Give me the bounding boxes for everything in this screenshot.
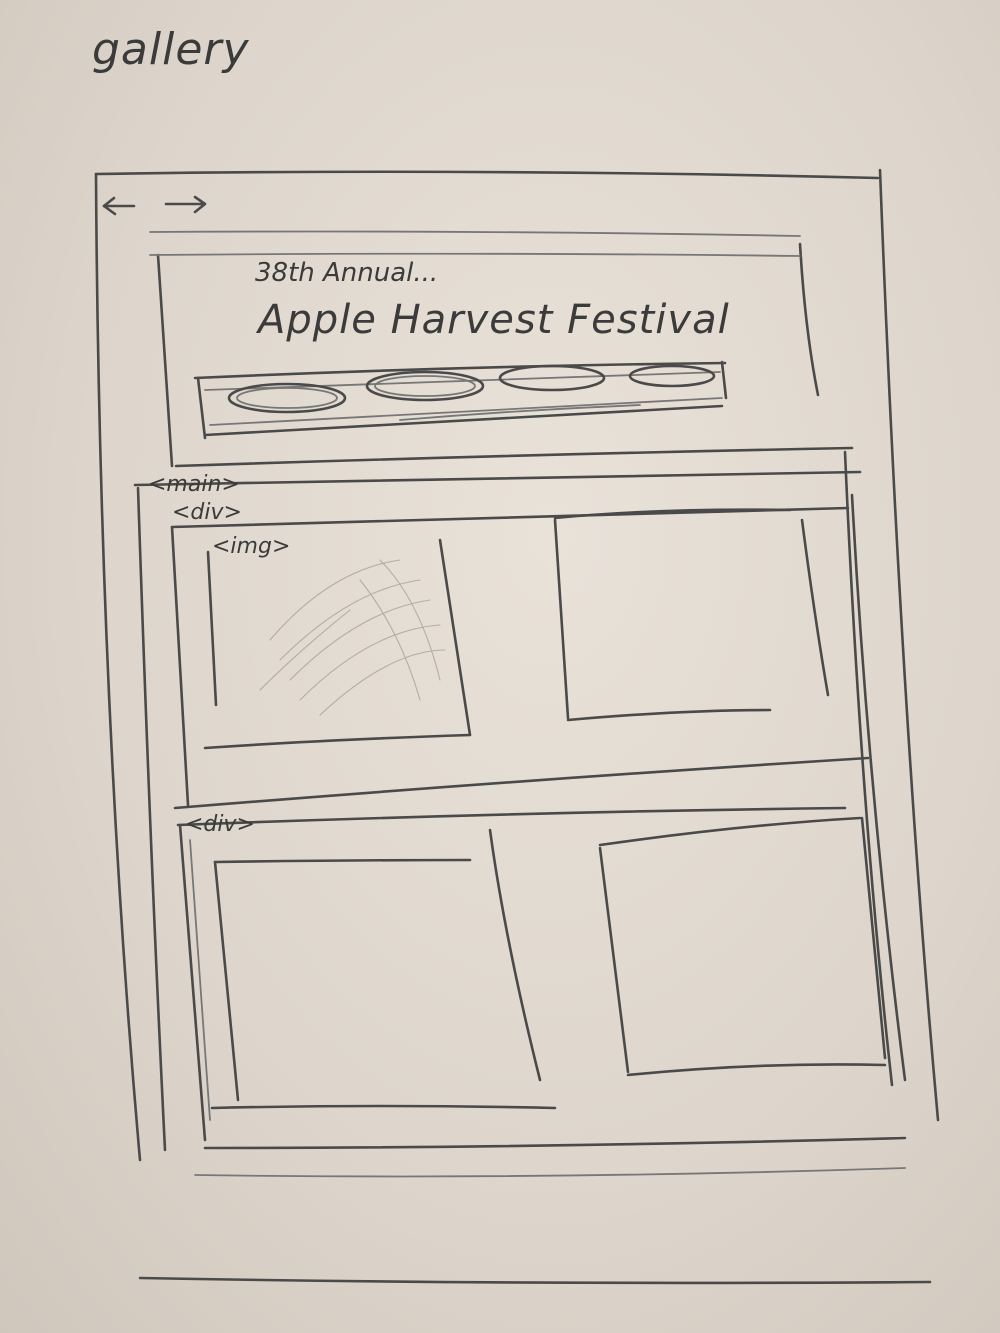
toolbar-divider [149,230,801,237]
main-box-left [136,486,167,1152]
wireframe-sketch [94,168,940,1285]
nav-strip-left [196,376,207,440]
gallery-image-4[interactable] [600,820,910,1080]
main-box-bottom [203,1136,907,1150]
gallery-image-2[interactable] [555,515,825,725]
browser-bottom-line [138,1276,932,1285]
forward-button[interactable] [160,188,210,218]
div-tag-label-first: <div> [172,500,242,525]
nav-pill-button-4[interactable] [630,366,714,386]
header-box-bottom [174,446,854,468]
page-label: gallery [92,24,250,75]
main-tag-label: <main> [148,472,240,497]
nav-strip-right [720,360,728,400]
gallery-image-3[interactable] [212,828,537,1108]
nav-pill-button-3[interactable] [500,366,604,390]
div1-left [170,525,190,807]
header-box-right [798,242,820,397]
nav-pill-button-1[interactable] [229,384,345,412]
header-title: Apple Harvest Festival [258,297,730,343]
back-button[interactable] [100,188,140,218]
div1-bottom [173,756,870,810]
browser-frame-left [94,172,142,1162]
header-box-left [156,253,174,468]
browser-frame-top [94,170,880,180]
nav-pill-button-2[interactable] [367,372,483,400]
header-subtitle: 38th Annual... [255,258,439,288]
gallery-image-1[interactable] [205,540,470,750]
main-box-top [133,470,862,487]
